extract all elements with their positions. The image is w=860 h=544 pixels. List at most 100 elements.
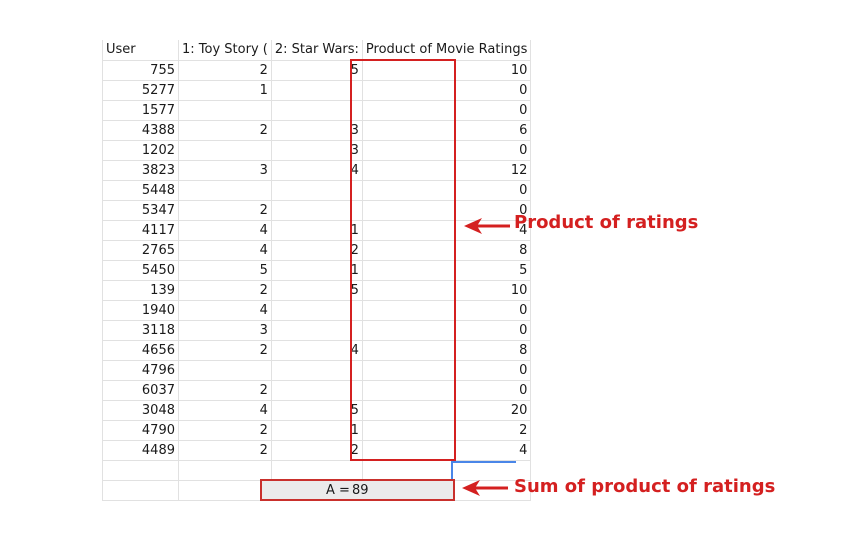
table-cell[interactable]: 2765 xyxy=(102,240,179,261)
table-cell[interactable]: 6 xyxy=(362,120,532,141)
column-header[interactable]: Product of Movie Ratings xyxy=(362,40,532,61)
table-cell[interactable]: 4796 xyxy=(102,360,179,381)
table-cell[interactable]: 20 xyxy=(362,400,532,421)
table-cell[interactable]: 1 xyxy=(178,80,272,101)
table-cell[interactable]: 3 xyxy=(178,320,272,341)
table-row: 1577 0 xyxy=(102,100,532,121)
table-cell[interactable]: 5277 xyxy=(102,80,179,101)
table-cell[interactable]: 4 xyxy=(178,220,272,241)
table-row: 4388 2 3 6 xyxy=(102,120,532,141)
spreadsheet-grid: User 1: Toy Story (2: Star Wars: Product o… xyxy=(102,40,532,501)
table-cell[interactable]: 2 xyxy=(178,280,272,301)
table-cell[interactable] xyxy=(178,140,272,161)
table-cell[interactable]: 2 xyxy=(178,200,272,221)
table-cell[interactable]: 3 xyxy=(271,140,363,161)
table-row: 1940 4 0 xyxy=(102,300,532,321)
table-cell[interactable] xyxy=(178,100,272,121)
table-cell[interactable]: 4388 xyxy=(102,120,179,141)
table-row: 139 2 5 10 xyxy=(102,280,532,301)
table-cell[interactable] xyxy=(271,320,363,341)
table-cell[interactable]: 139 xyxy=(102,280,179,301)
table-cell[interactable]: 0 xyxy=(362,300,532,321)
table-cell[interactable]: 5347 xyxy=(102,200,179,221)
table-cell[interactable]: 8 xyxy=(362,340,532,361)
table-cell[interactable]: 1577 xyxy=(102,100,179,121)
table-cell[interactable]: 0 xyxy=(362,80,532,101)
table-row: 3048 4 5 20 xyxy=(102,400,532,421)
table-cell[interactable]: 4 xyxy=(271,160,363,181)
table-cell[interactable] xyxy=(271,80,363,101)
table-cell[interactable] xyxy=(271,100,363,121)
table-cell[interactable]: 1202 xyxy=(102,140,179,161)
table-cell[interactable]: 4790 xyxy=(102,420,179,441)
table-cell[interactable]: 10 xyxy=(362,280,532,301)
table-cell[interactable] xyxy=(271,200,363,221)
table-cell[interactable]: 2 xyxy=(178,120,272,141)
table-cell[interactable]: 6037 xyxy=(102,380,179,401)
table-cell[interactable]: 2 xyxy=(271,440,363,461)
table-cell[interactable] xyxy=(271,380,363,401)
table-cell[interactable]: 4 xyxy=(271,340,363,361)
column-header[interactable]: User xyxy=(102,40,179,61)
column-header[interactable]: 2: Star Wars: xyxy=(271,40,363,61)
table-cell[interactable] xyxy=(271,360,363,381)
table-cell[interactable]: 0 xyxy=(362,180,532,201)
table-cell[interactable]: 1 xyxy=(271,260,363,281)
table-cell[interactable]: 4 xyxy=(178,300,272,321)
sum-label: A = xyxy=(326,483,350,498)
table-cell[interactable]: 0 xyxy=(362,140,532,161)
table-cell[interactable]: 5448 xyxy=(102,180,179,201)
empty-cell[interactable] xyxy=(178,460,272,481)
table-cell[interactable]: 3118 xyxy=(102,320,179,341)
table-cell[interactable]: 2 xyxy=(178,60,272,81)
empty-cell[interactable] xyxy=(178,480,272,501)
table-cell[interactable]: 3 xyxy=(178,160,272,181)
table-cell[interactable]: 3 xyxy=(271,120,363,141)
sum-cell[interactable]: A = 89 xyxy=(260,479,455,501)
table-cell[interactable]: 0 xyxy=(362,360,532,381)
table-cell[interactable]: 3048 xyxy=(102,400,179,421)
empty-cell[interactable] xyxy=(362,460,532,481)
table-cell[interactable]: 0 xyxy=(362,380,532,401)
table-cell[interactable] xyxy=(271,300,363,321)
table-cell[interactable]: 755 xyxy=(102,60,179,81)
column-header[interactable]: 1: Toy Story ( xyxy=(178,40,272,61)
table-cell[interactable]: 0 xyxy=(362,100,532,121)
table-cell[interactable]: 0 xyxy=(362,320,532,341)
table-cell[interactable]: 1 xyxy=(271,220,363,241)
table-cell[interactable]: 8 xyxy=(362,240,532,261)
table-cell[interactable]: 3823 xyxy=(102,160,179,181)
table-cell[interactable]: 4 xyxy=(362,440,532,461)
table-cell[interactable]: 2 xyxy=(271,240,363,261)
table-cell[interactable]: 2 xyxy=(178,440,272,461)
table-cell[interactable]: 5 xyxy=(271,280,363,301)
table-cell[interactable]: 4656 xyxy=(102,340,179,361)
empty-cell[interactable] xyxy=(271,460,363,481)
table-row: 3118 3 0 xyxy=(102,320,532,341)
table-cell[interactable]: 4117 xyxy=(102,220,179,241)
table-cell[interactable]: 4 xyxy=(178,400,272,421)
table-cell[interactable] xyxy=(178,180,272,201)
table-cell[interactable]: 5450 xyxy=(102,260,179,281)
table-cell[interactable]: 5 xyxy=(271,60,363,81)
table-cell[interactable]: 4 xyxy=(178,240,272,261)
table-cell[interactable] xyxy=(178,360,272,381)
table-cell[interactable]: 12 xyxy=(362,160,532,181)
sum-value: 89 xyxy=(352,483,369,498)
table-cell[interactable]: 10 xyxy=(362,60,532,81)
table-cell[interactable]: 1940 xyxy=(102,300,179,321)
table-cell[interactable]: 2 xyxy=(178,380,272,401)
table-cell[interactable]: 4489 xyxy=(102,440,179,461)
table-row: 5448 0 xyxy=(102,180,532,201)
table-cell[interactable]: 2 xyxy=(178,340,272,361)
table-cell[interactable]: 5 xyxy=(178,260,272,281)
table-cell[interactable]: 1 xyxy=(271,420,363,441)
table-cell[interactable]: 2 xyxy=(178,420,272,441)
product-callout: Product of ratings xyxy=(514,212,699,233)
table-cell[interactable]: 2 xyxy=(362,420,532,441)
table-cell[interactable]: 5 xyxy=(271,400,363,421)
empty-cell[interactable] xyxy=(102,480,179,501)
table-cell[interactable] xyxy=(271,180,363,201)
empty-cell[interactable] xyxy=(102,460,179,481)
table-cell[interactable]: 5 xyxy=(362,260,532,281)
